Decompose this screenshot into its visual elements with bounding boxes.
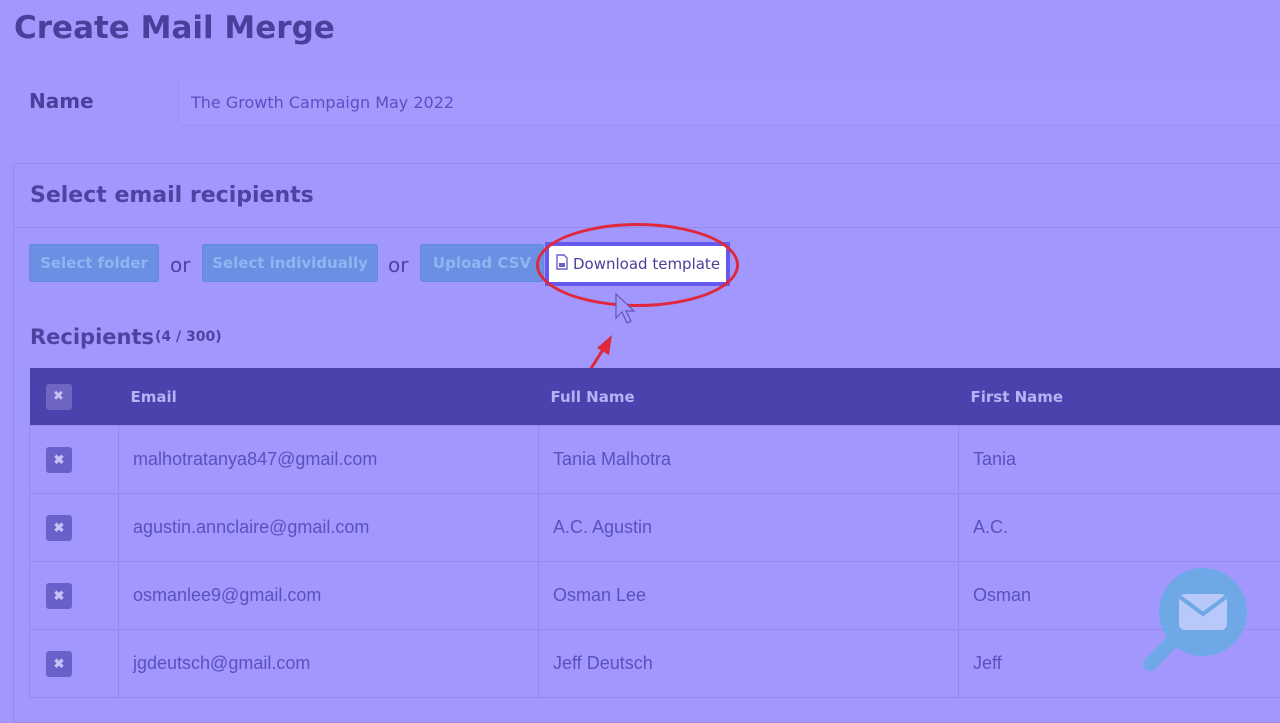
close-icon[interactable]: ✖ bbox=[46, 384, 72, 410]
email-cell: malhotratanya847@gmail.com bbox=[119, 426, 539, 494]
download-template-label: Download template bbox=[573, 255, 720, 273]
recipients-count: (4 / 300) bbox=[155, 329, 222, 345]
page-title: Create Mail Merge bbox=[14, 10, 335, 46]
full-name-cell: A.C. Agustin bbox=[539, 494, 959, 562]
close-icon[interactable]: ✖ bbox=[46, 447, 72, 473]
file-icon bbox=[555, 254, 569, 274]
envelope-search-icon bbox=[1142, 568, 1250, 672]
full-name-cell: Tania Malhotra bbox=[539, 426, 959, 494]
upload-csv-button[interactable]: Upload CSV bbox=[420, 244, 544, 282]
table-row: ✖ malhotratanya847@gmail.com Tania Malho… bbox=[30, 426, 1280, 494]
or-text: or bbox=[170, 253, 190, 277]
table-row: ✖ osmanlee9@gmail.com Osman Lee Osman bbox=[30, 562, 1280, 630]
panel-divider bbox=[14, 227, 1280, 228]
column-header-email[interactable]: Email bbox=[119, 368, 539, 426]
download-template-button[interactable]: Download template bbox=[545, 242, 730, 286]
email-cell: jgdeutsch@gmail.com bbox=[119, 630, 539, 698]
column-header-full-name[interactable]: Full Name bbox=[539, 368, 959, 426]
close-icon[interactable]: ✖ bbox=[46, 651, 72, 677]
recipients-table: ✖ Email Full Name First Name ✖ malhotrat… bbox=[29, 368, 1280, 698]
section-title: Select email recipients bbox=[30, 183, 314, 208]
table-header-row: ✖ Email Full Name First Name bbox=[30, 368, 1280, 426]
select-folder-button[interactable]: Select folder bbox=[29, 244, 159, 282]
remove-all-cell: ✖ bbox=[30, 368, 119, 426]
table-row: ✖ agustin.annclaire@gmail.com A.C. Agust… bbox=[30, 494, 1280, 562]
full-name-cell: Osman Lee bbox=[539, 562, 959, 630]
full-name-cell: Jeff Deutsch bbox=[539, 630, 959, 698]
name-label: Name bbox=[29, 89, 94, 113]
first-name-cell: A.C. bbox=[959, 494, 1280, 562]
or-text: or bbox=[388, 253, 408, 277]
email-cell: agustin.annclaire@gmail.com bbox=[119, 494, 539, 562]
recipients-title: Recipients bbox=[30, 325, 154, 349]
table-row: ✖ jgdeutsch@gmail.com Jeff Deutsch Jeff bbox=[30, 630, 1280, 698]
first-name-cell: Tania bbox=[959, 426, 1280, 494]
close-icon[interactable]: ✖ bbox=[46, 583, 72, 609]
close-icon[interactable]: ✖ bbox=[46, 515, 72, 541]
campaign-name-input[interactable] bbox=[178, 78, 1280, 126]
email-cell: osmanlee9@gmail.com bbox=[119, 562, 539, 630]
select-individually-button[interactable]: Select individually bbox=[202, 244, 378, 282]
column-header-first-name[interactable]: First Name bbox=[959, 368, 1280, 426]
